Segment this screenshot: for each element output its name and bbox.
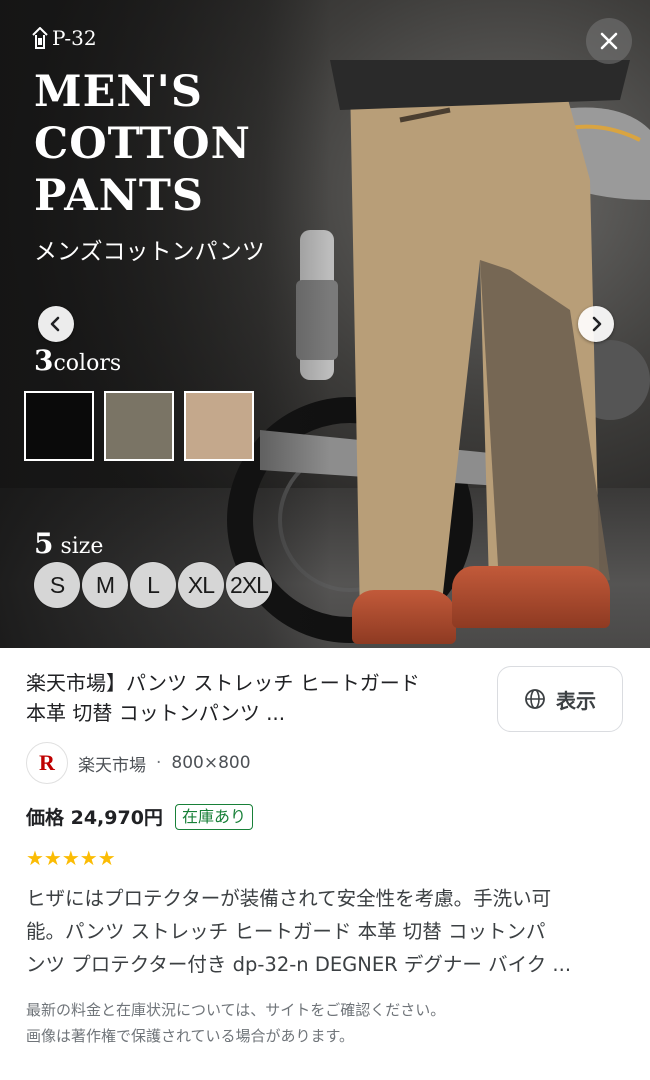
rating-stars: ★★★★★ [26,846,116,870]
boot-left [352,590,456,644]
size-chip-xl: XL [178,562,224,608]
brand-name: P-32 [52,26,97,50]
colors-word: colors [53,351,122,376]
previous-image-button[interactable] [38,306,74,342]
product-image[interactable]: P-32 MEN'S COTTON PANTS メンズコットンパンツ 3colo… [0,0,650,648]
result-description: ヒザにはプロテクターが装備されて安全性を考慮。手洗い可 能。パンツ ストレッチ … [26,882,631,981]
source-row[interactable]: R 楽天市場 · 800×800 [26,742,251,784]
headline-line: COTTON [34,119,251,169]
color-swatches [24,391,254,461]
size-count: 5 [34,527,54,560]
close-icon [600,32,618,50]
visit-button[interactable]: 表示 [497,666,623,732]
brand-mark-icon [32,27,48,49]
brand-logo: P-32 [30,26,97,50]
disclaimer: 最新の料金と在庫状況については、サイトをご確認ください。 画像は著作権で保護され… [26,997,626,1049]
size-chips: S M L XL 2XL [34,562,272,608]
chevron-right-icon [592,316,602,332]
size-chip-2xl: 2XL [226,562,272,608]
close-button[interactable] [586,18,632,64]
pants-illustration [330,60,630,620]
size-word: size [60,534,104,559]
stock-badge: 在庫あり [174,803,253,830]
color-swatch-black [24,391,94,461]
product-subtitle: メンズコットンパンツ [34,239,265,265]
size-label: 5 size [34,527,103,560]
colors-label: 3colors [34,344,121,377]
chevron-left-icon [50,316,60,332]
colors-count: 3 [34,344,54,377]
product-headline: MEN'S COTTON PANTS [34,66,251,222]
color-swatch-olive [104,391,174,461]
result-title-line: 本革 切替 コットンパンツ ... [26,701,286,725]
source-name: 楽天市場 [78,755,146,776]
price: 価格 24,970円 [26,807,163,829]
color-swatch-beige [184,391,254,461]
description-line: ンツ プロテクター付き dp-32-n DEGNER デグナー バイク ... [26,953,572,976]
description-line: 能。パンツ ストレッチ ヒートガード 本革 切替 コットンパ [26,920,546,943]
headline-line: MEN'S [34,67,203,117]
result-title-line: 楽天市場】パンツ ストレッチ ヒートガード [26,671,420,695]
globe-icon [525,689,545,709]
result-title[interactable]: 楽天市場】パンツ ストレッチ ヒートガード 本革 切替 コットンパンツ ... [26,668,466,728]
disclaimer-line: 最新の料金と在庫状況については、サイトをご確認ください。 [26,1001,446,1019]
size-chip-m: M [82,562,128,608]
boot-right [452,566,610,628]
description-line: ヒザにはプロテクターが装備されて安全性を考慮。手洗い可 [26,887,552,910]
headline-line: PANTS [34,171,204,221]
price-row: 価格 24,970円 在庫あり [26,803,253,830]
visit-button-label: 表示 [556,688,596,713]
size-chip-s: S [34,562,80,608]
next-image-button[interactable] [578,306,614,342]
source-separator: · [156,753,162,773]
image-dimensions: 800×800 [171,753,251,773]
size-chip-l: L [130,562,176,608]
disclaimer-line: 画像は著作権で保護されている場合があります。 [26,1027,355,1045]
rakuten-logo-icon: R [26,742,68,784]
